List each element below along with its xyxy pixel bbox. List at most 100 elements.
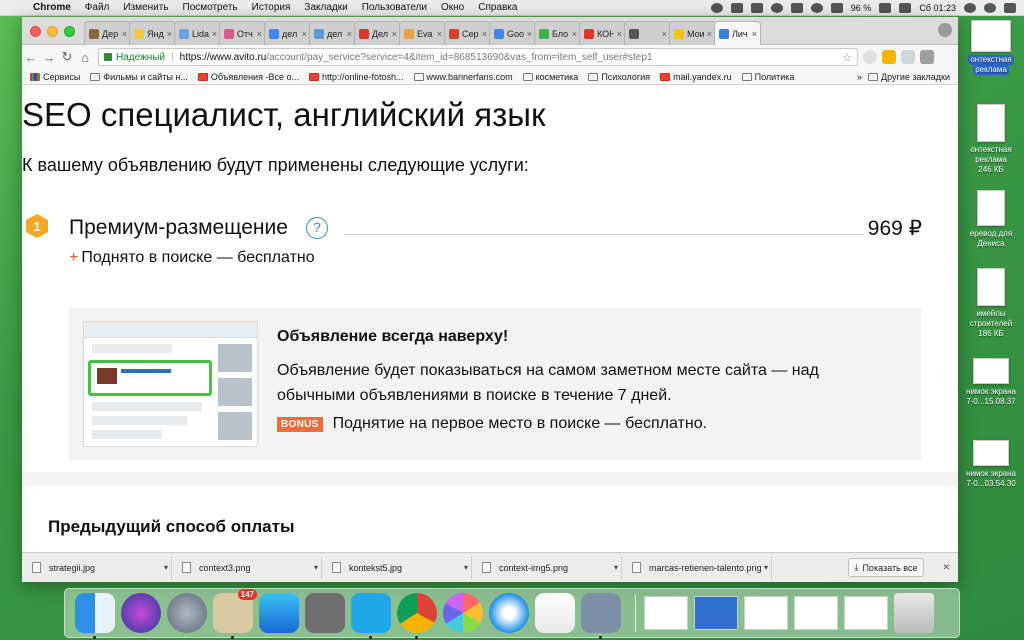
home-icon[interactable]: ⌂	[76, 50, 94, 65]
download-item[interactable]: kontekst5.jpg ▾	[324, 556, 472, 579]
chevron-down-icon[interactable]: ▾	[461, 563, 471, 572]
sync-icon[interactable]	[710, 2, 723, 13]
minimized-window[interactable]	[794, 596, 838, 630]
bookmark-services[interactable]: Сервисы	[30, 72, 80, 82]
reload-icon[interactable]: ↻	[58, 49, 76, 65]
photos-icon[interactable]	[443, 593, 483, 633]
browser-tab[interactable]: КОН×	[579, 21, 626, 45]
system-preferences-icon[interactable]	[305, 593, 345, 633]
menu-help[interactable]: Справка	[471, 2, 524, 13]
bookmark-folder-cosmetics[interactable]: косметика	[522, 72, 578, 82]
folder-icon[interactable]	[694, 596, 738, 630]
bookmark-avito[interactable]: Объявления -Все о...	[197, 72, 299, 82]
spotlight-icon[interactable]	[964, 2, 976, 13]
bluetooth-icon[interactable]	[790, 2, 803, 13]
battery-icon[interactable]	[879, 2, 892, 13]
status-icon[interactable]	[750, 2, 763, 13]
trash-icon[interactable]	[894, 593, 934, 633]
extension-icon[interactable]	[882, 50, 896, 64]
browser-tab[interactable]: Янд ×	[129, 21, 176, 45]
browser-tab[interactable]: Дер ×	[84, 21, 131, 45]
browser-tab[interactable]: Отч ×	[219, 21, 266, 45]
browser-tab[interactable]: Eva ×	[399, 21, 446, 45]
menu-file[interactable]: Файл	[78, 2, 117, 13]
tab-close-icon[interactable]: ×	[749, 29, 760, 39]
desktop-file[interactable]: онтекстная реклама	[958, 20, 1024, 75]
address-bar[interactable]: Надежный | https://www.avito.ru /account…	[98, 48, 858, 66]
download-item[interactable]: context3.png ▾	[174, 556, 322, 579]
browser-tab[interactable]: Сер ×	[444, 21, 491, 45]
browser-tab[interactable]: ×	[624, 21, 671, 45]
siri-icon[interactable]	[121, 593, 161, 633]
minimize-window-button[interactable]	[47, 26, 58, 37]
download-item[interactable]: marcas-retienen-talento.png ▾	[624, 556, 772, 579]
download-item[interactable]: strategii.jpg ▾	[24, 556, 172, 579]
chrome-icon[interactable]	[397, 593, 437, 639]
close-window-button[interactable]	[30, 26, 41, 37]
zoom-window-button[interactable]	[64, 26, 75, 37]
menu-app-name[interactable]: Chrome	[26, 2, 78, 13]
close-icon[interactable]: ✕	[942, 562, 950, 573]
help-icon[interactable]: ?	[306, 217, 328, 239]
extension-circle-icon[interactable]	[863, 50, 877, 64]
menu-bookmarks[interactable]: Закладки	[297, 2, 354, 13]
chevron-down-icon[interactable]: ▾	[311, 563, 321, 572]
bookmark-star-icon[interactable]: ☆	[842, 51, 852, 64]
adobe-icon[interactable]	[730, 2, 743, 13]
wifi-icon[interactable]	[810, 2, 823, 13]
clock-icon[interactable]	[770, 2, 783, 13]
browser-tab[interactable]: Goo ×	[489, 21, 536, 45]
bookmark-folder-films[interactable]: Фильмы и сайты н...	[90, 72, 188, 82]
menu-window[interactable]: Окно	[434, 2, 471, 13]
chevron-down-icon[interactable]: ▾	[761, 563, 771, 572]
safari-icon[interactable]	[489, 593, 529, 633]
browser-tab[interactable]: дел ×	[309, 21, 356, 45]
browser-tab[interactable]: Lida ×	[174, 21, 221, 45]
bookmark-fotoshop[interactable]: http://online-fotosh...	[308, 72, 404, 82]
forward-arrow-icon[interactable]: →	[40, 50, 58, 65]
bookmark-other[interactable]: » Другие закладки	[857, 72, 950, 82]
menu-users[interactable]: Пользователи	[355, 2, 434, 13]
desktop-file[interactable]: онтекстная реклама 246 КБ	[958, 104, 1024, 175]
menu-history[interactable]: История	[245, 2, 298, 13]
volume-icon[interactable]	[830, 2, 843, 13]
mail-stamp-icon[interactable]: 147	[213, 589, 257, 639]
minimized-window[interactable]	[644, 596, 688, 630]
flag-icon[interactable]	[899, 2, 912, 13]
desktop-file[interactable]: нимок экрана 7-0...03.54.30	[958, 440, 1024, 489]
browser-tab[interactable]: Мои ×	[669, 21, 716, 45]
bookmark-folder-psychology[interactable]: Психология	[588, 72, 650, 82]
download-item[interactable]: context-img5.png ▾	[474, 556, 622, 579]
bookmark-yandex-mail[interactable]: mail.yandex.ru	[660, 72, 732, 82]
desktop-file[interactable]: нимок экрана 7-0...15.08.37	[958, 358, 1024, 407]
chrome-menu-icon[interactable]	[920, 50, 934, 64]
preview-icon[interactable]	[581, 593, 621, 639]
skype-icon[interactable]	[351, 593, 391, 639]
browser-tab[interactable]: Лич ×	[714, 21, 761, 45]
menu-clock[interactable]: Сб 01:23	[919, 3, 956, 13]
bookmark-bannerfans[interactable]: www.bannerfans.com	[413, 72, 513, 82]
browser-tab[interactable]: дел ×	[264, 21, 311, 45]
browser-tab[interactable]: Бло ×	[534, 21, 581, 45]
battery-percent[interactable]: 96 %	[851, 3, 872, 13]
back-arrow-icon[interactable]: ←	[22, 50, 40, 65]
notification-center-icon[interactable]	[1004, 2, 1016, 13]
finder-icon[interactable]	[75, 593, 115, 639]
menu-view[interactable]: Посмотреть	[176, 2, 245, 13]
bookmark-folder-politics[interactable]: Политика	[741, 72, 794, 82]
extension-cast-icon[interactable]	[901, 50, 915, 64]
chevron-down-icon[interactable]: ▾	[611, 563, 621, 572]
profile-icon[interactable]	[938, 23, 952, 37]
desktop-file[interactable]: еревод для Дениса	[958, 190, 1024, 249]
minimized-window[interactable]	[844, 596, 888, 630]
chevron-down-icon[interactable]: ▾	[161, 563, 171, 572]
numbers-chart-icon[interactable]	[535, 593, 575, 633]
launchpad-icon[interactable]	[167, 593, 207, 633]
show-all-downloads-button[interactable]: ⤓ Показать все	[847, 558, 925, 577]
desktop-file[interactable]: имейлы строителей 186 КБ	[958, 268, 1024, 339]
browser-tab[interactable]: Дел ×	[354, 21, 401, 45]
siri-icon[interactable]	[984, 2, 996, 13]
minimized-window[interactable]	[744, 596, 788, 630]
menu-edit[interactable]: Изменить	[116, 2, 175, 13]
app-store-icon[interactable]	[259, 593, 299, 633]
